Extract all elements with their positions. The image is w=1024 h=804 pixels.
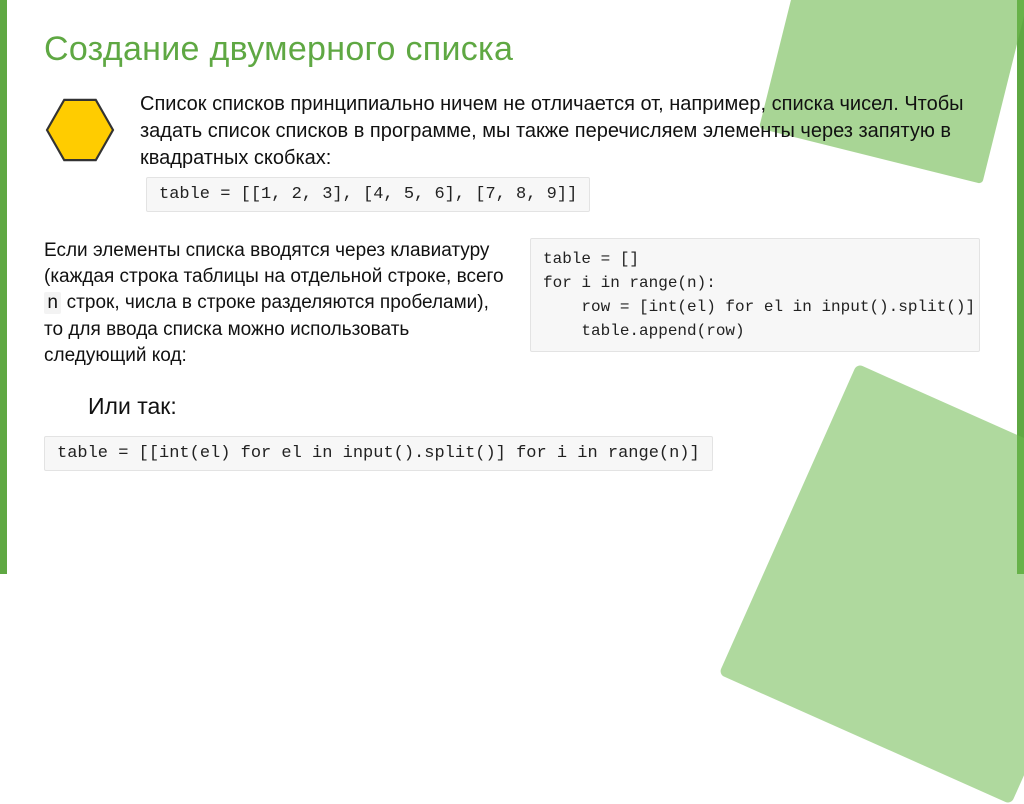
- or-label: Или так:: [88, 393, 980, 420]
- mid-paragraph: Если элементы списка вводятся через клав…: [44, 238, 504, 368]
- code-example-1-wrapper: table = [[1, 2, 3], [4, 5, 6], [7, 8, 9]…: [146, 177, 980, 212]
- slide-title: Создание двумерного списка: [44, 30, 980, 69]
- intro-block: Список списков принципиально ничем не от…: [44, 91, 980, 171]
- mid-text-part-2: строк, числа в строке разделяются пробел…: [44, 292, 489, 366]
- hexagon-shape: [47, 100, 113, 160]
- mid-text-part-1: Если элементы списка вводятся через клав…: [44, 240, 504, 287]
- code-example-1: table = [[1, 2, 3], [4, 5, 6], [7, 8, 9]…: [146, 177, 590, 212]
- intro-paragraph: Список списков принципиально ничем не от…: [140, 91, 980, 171]
- code-example-2: table = [] for i in range(n): row = [int…: [530, 238, 980, 352]
- code-example-3: table = [[int(el) for el in input().spli…: [44, 436, 713, 471]
- mid-block: Если элементы списка вводятся через клав…: [44, 238, 980, 368]
- slide-content: Создание двумерного списка Список списко…: [0, 0, 1024, 491]
- hexagon-icon: [44, 97, 116, 163]
- inline-code-n: n: [44, 292, 61, 314]
